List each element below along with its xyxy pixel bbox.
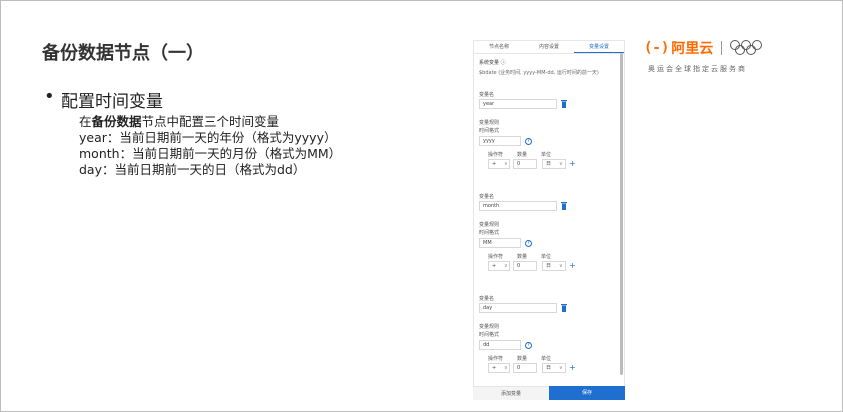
- bullet-line-4: day：当前日期前一天的日（格式为dd）: [79, 162, 306, 177]
- panel-footer: 添加变量 保存: [473, 386, 625, 400]
- logo-subtitle: 奥运会全球指定云服务商: [648, 65, 747, 73]
- var-rule-label: 变量规则: [479, 120, 500, 126]
- var-rule-label: 变量规则: [479, 222, 500, 228]
- chevron-down-icon: ∨: [559, 161, 563, 167]
- unit-label: 单位: [541, 356, 552, 362]
- delete-variable-icon[interactable]: [561, 100, 567, 108]
- bullet-body: 在备份数据节点中配置三个时间变量 year：当前日期前一天的年份（格式为yyyy…: [79, 114, 341, 178]
- var-name-input[interactable]: month: [479, 201, 557, 211]
- bullet-heading: 配置时间变量: [44, 86, 341, 112]
- logo-bracket-icon: (-): [644, 40, 670, 56]
- op-headers: 操作符 数量 单位: [488, 151, 551, 158]
- bullet-line-3: month：当前日期前一天的月份（格式为MM）: [79, 146, 342, 161]
- time-format-label: 时间格式: [479, 128, 500, 134]
- time-format-input[interactable]: MM: [479, 238, 521, 248]
- time-format-label: 时间格式: [479, 332, 500, 338]
- tab-variable-settings[interactable]: 变量设置: [574, 41, 624, 53]
- add-variable-button[interactable]: 添加变量: [473, 386, 549, 400]
- operator-label: 操作符: [488, 254, 504, 260]
- system-variable-hint: $bdate (业务时间, yyyy-MM-dd, 运行时间的前一天): [479, 70, 599, 76]
- system-variable-label: 系统变量 ⓘ: [479, 60, 506, 66]
- unit-label: 单位: [541, 254, 552, 260]
- line1-prefix: 在: [79, 114, 92, 129]
- help-icon[interactable]: ?: [525, 342, 532, 349]
- panel-scrollbar[interactable]: [620, 53, 623, 375]
- op-headers: 操作符 数量 单位: [488, 355, 551, 362]
- amount-input[interactable]: 0: [513, 363, 537, 373]
- op-headers: 操作符 数量 单位: [488, 253, 551, 260]
- var-rule-label: 变量规则: [479, 324, 500, 330]
- time-format-label: 时间格式: [479, 230, 500, 236]
- amount-label: 数量: [517, 152, 528, 158]
- time-format-input[interactable]: yyyy: [479, 136, 521, 146]
- chevron-down-icon: ∨: [559, 263, 563, 269]
- tab-content-settings[interactable]: 内容设置: [524, 41, 574, 53]
- operator-label: 操作符: [488, 356, 504, 362]
- var-name-label: 变量名: [479, 296, 495, 302]
- amount-label: 数量: [517, 254, 528, 260]
- amount-label: 数量: [517, 356, 528, 362]
- chevron-down-icon: ∨: [559, 365, 563, 371]
- help-icon[interactable]: ?: [525, 240, 532, 247]
- slide-title: 备份数据节点（一）: [42, 43, 204, 64]
- add-rule-icon[interactable]: +: [569, 364, 576, 372]
- logo-divider: [721, 41, 723, 55]
- time-format-input[interactable]: dd: [479, 340, 521, 350]
- variable-settings-panel: 节点名称 内容设置 变量设置 系统变量 ⓘ $bdate (业务时间, yyyy…: [473, 40, 625, 400]
- bullet-line-1: 在备份数据节点中配置三个时间变量: [79, 114, 341, 130]
- delete-variable-icon[interactable]: [561, 202, 567, 210]
- slide: 备份数据节点（一） 配置时间变量 在备份数据节点中配置三个时间变量 year：当…: [0, 0, 843, 412]
- var-name-label: 变量名: [479, 92, 495, 98]
- unit-label: 单位: [541, 152, 552, 158]
- chevron-down-icon: ∨: [504, 365, 508, 371]
- var-name-input[interactable]: year: [479, 99, 557, 109]
- amount-input[interactable]: 0: [513, 261, 537, 271]
- olympic-rings-icon: [730, 40, 764, 56]
- chevron-down-icon: ∨: [504, 161, 508, 167]
- var-name-input[interactable]: day: [479, 303, 557, 313]
- bullet-line-2: year：当前日期前一天的年份（格式为yyyy）: [79, 130, 337, 145]
- operator-label: 操作符: [488, 152, 504, 158]
- logo-name: 阿里云: [671, 41, 714, 57]
- help-icon[interactable]: ?: [525, 138, 532, 145]
- panel-tabs: 节点名称 内容设置 变量设置: [474, 41, 624, 54]
- line1-suffix: 节点中配置三个时间变量: [141, 114, 280, 129]
- line1-bold: 备份数据: [91, 114, 142, 129]
- system-variable-info: 系统变量 ⓘ $bdate (业务时间, yyyy-MM-dd, 运行时间的前一…: [479, 59, 599, 76]
- tab-node-name[interactable]: 节点名称: [474, 41, 524, 53]
- save-button[interactable]: 保存: [549, 386, 625, 400]
- add-rule-icon[interactable]: +: [569, 262, 576, 270]
- add-rule-icon[interactable]: +: [569, 160, 576, 168]
- var-name-label: 变量名: [479, 194, 495, 200]
- chevron-down-icon: ∨: [504, 263, 508, 269]
- amount-input[interactable]: 0: [513, 159, 537, 169]
- aliyun-logo: (-) 阿里云 奥运会全球指定云服务商: [644, 38, 764, 74]
- bullet-block: 配置时间变量 在备份数据节点中配置三个时间变量 year：当前日期前一天的年份（…: [44, 86, 341, 178]
- delete-variable-icon[interactable]: [561, 304, 567, 312]
